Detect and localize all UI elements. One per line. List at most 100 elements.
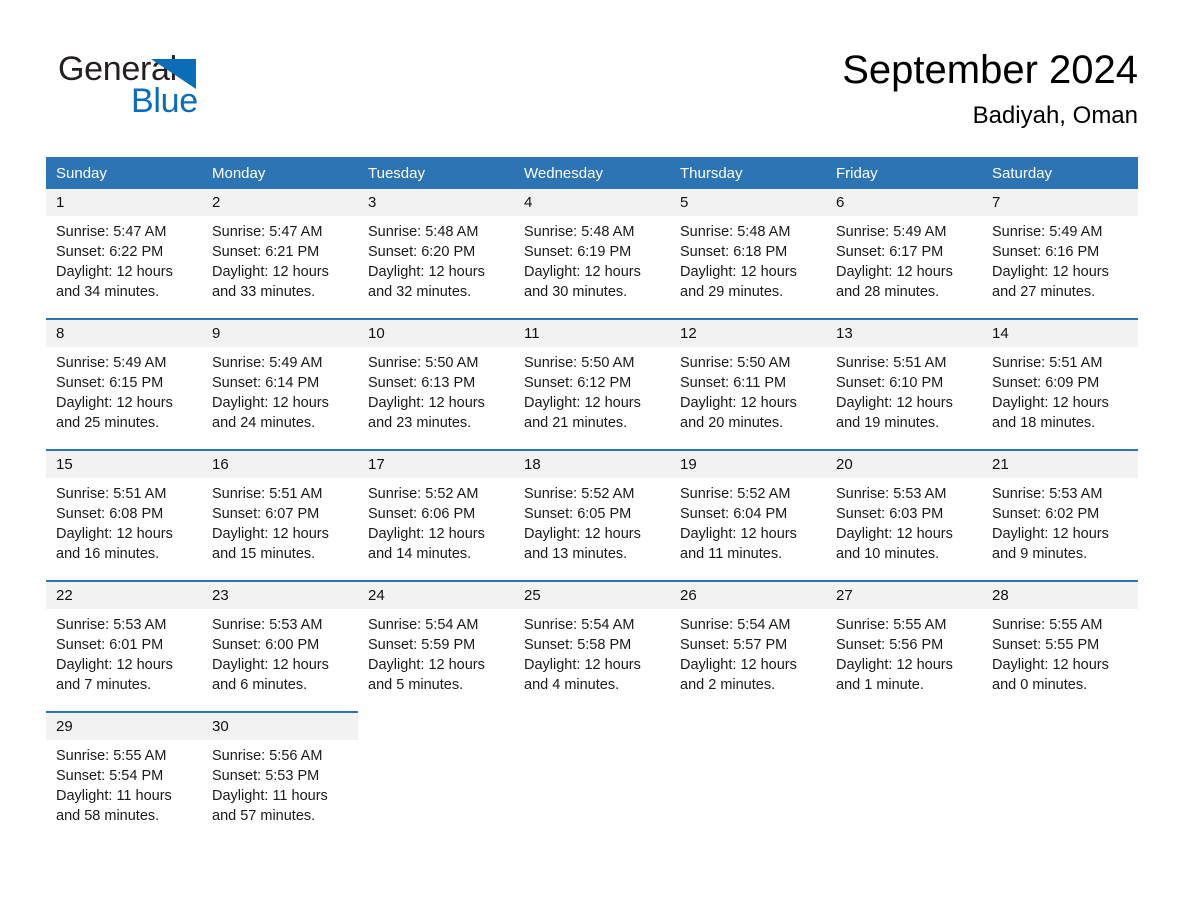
daylight-text-line1: Daylight: 11 hours bbox=[212, 788, 328, 804]
calendar-day-cell[interactable]: 1 Sunrise: 5:47 AM Sunset: 6:22 PM Daylight… bbox=[46, 189, 202, 319]
daylight-text-line2: and 27 minutes. bbox=[992, 284, 1096, 300]
daylight-text-line2: and 24 minutes. bbox=[212, 415, 316, 431]
calendar-day-cell[interactable]: 3 Sunrise: 5:48 AM Sunset: 6:20 PM Daylight… bbox=[358, 189, 514, 319]
day-number: 21 bbox=[982, 451, 1138, 478]
calendar-day-cell[interactable]: 23 Sunrise: 5:53 AM Sunset: 6:00 PM Dayligh… bbox=[202, 580, 358, 712]
day-number: 26 bbox=[670, 582, 826, 609]
daylight-text-line1: Daylight: 12 hours bbox=[212, 526, 329, 542]
day-cell-body: Sunrise: 5:48 AM Sunset: 6:18 PM Daylight:… bbox=[670, 216, 826, 318]
calendar-day-cell[interactable]: 27 Sunrise: 5:55 AM Sunset: 5:56 PM Dayligh… bbox=[826, 580, 982, 712]
calendar-day-cell[interactable]: 18 Sunrise: 5:52 AM Sunset: 6:05 PM Dayligh… bbox=[514, 449, 670, 581]
daylight-text-line2: and 29 minutes. bbox=[680, 284, 784, 300]
day-cell-body: Sunrise: 5:53 AM Sunset: 6:02 PM Daylight:… bbox=[982, 478, 1138, 580]
calendar-day-cell-empty bbox=[982, 712, 1138, 842]
calendar-day-cell[interactable]: 11 Sunrise: 5:50 AM Sunset: 6:12 PM Dayligh… bbox=[514, 318, 670, 450]
day-number: 5 bbox=[670, 189, 826, 216]
daylight-text-line2: and 0 minutes. bbox=[992, 677, 1088, 693]
calendar-day-cell[interactable]: 2 Sunrise: 5:47 AM Sunset: 6:21 PM Daylight… bbox=[202, 189, 358, 319]
sunset-text: Sunset: 6:07 PM bbox=[212, 506, 320, 522]
calendar-day-cell[interactable]: 26 Sunrise: 5:54 AM Sunset: 5:57 PM Dayligh… bbox=[670, 580, 826, 712]
calendar-day-cell[interactable]: 9 Sunrise: 5:49 AM Sunset: 6:14 PM Daylight… bbox=[202, 318, 358, 450]
daylight-text-line2: and 58 minutes. bbox=[56, 808, 160, 824]
day-cell-body: Sunrise: 5:51 AM Sunset: 6:09 PM Daylight:… bbox=[982, 347, 1138, 449]
day-number: 29 bbox=[46, 713, 202, 740]
weekday-header-sunday: Sunday bbox=[46, 157, 202, 189]
daylight-text-line2: and 33 minutes. bbox=[212, 284, 316, 300]
sunset-text: Sunset: 6:21 PM bbox=[212, 244, 320, 260]
daylight-text-line1: Daylight: 12 hours bbox=[524, 264, 641, 280]
calendar-day-cell[interactable]: 19 Sunrise: 5:52 AM Sunset: 6:04 PM Dayligh… bbox=[670, 449, 826, 581]
day-cell-body-empty bbox=[514, 739, 670, 827]
daylight-text-line1: Daylight: 12 hours bbox=[992, 526, 1109, 542]
day-number: 27 bbox=[826, 582, 982, 609]
calendar-day-cell[interactable]: 22 Sunrise: 5:53 AM Sunset: 6:01 PM Dayligh… bbox=[46, 580, 202, 712]
calendar-day-cell[interactable]: 12 Sunrise: 5:50 AM Sunset: 6:11 PM Dayligh… bbox=[670, 318, 826, 450]
daylight-text-line1: Daylight: 12 hours bbox=[836, 264, 953, 280]
daylight-text-line1: Daylight: 12 hours bbox=[524, 526, 641, 542]
calendar-day-cell[interactable]: 4 Sunrise: 5:48 AM Sunset: 6:19 PM Daylight… bbox=[514, 189, 670, 319]
calendar-day-cell[interactable]: 20 Sunrise: 5:53 AM Sunset: 6:03 PM Dayligh… bbox=[826, 449, 982, 581]
sunrise-text: Sunrise: 5:50 AM bbox=[680, 355, 791, 371]
day-number: 24 bbox=[358, 582, 514, 609]
calendar-day-cell[interactable]: 21 Sunrise: 5:53 AM Sunset: 6:02 PM Dayligh… bbox=[982, 449, 1138, 581]
daylight-text-line1: Daylight: 12 hours bbox=[56, 264, 173, 280]
daylight-text-line2: and 6 minutes. bbox=[212, 677, 308, 693]
day-number: 11 bbox=[514, 320, 670, 347]
daylight-text-line2: and 15 minutes. bbox=[212, 546, 316, 562]
sunrise-text: Sunrise: 5:48 AM bbox=[680, 224, 791, 240]
sunset-text: Sunset: 5:54 PM bbox=[56, 768, 164, 784]
sunrise-text: Sunrise: 5:51 AM bbox=[56, 486, 167, 502]
day-number-empty bbox=[982, 712, 1138, 739]
day-cell-body: Sunrise: 5:49 AM Sunset: 6:14 PM Daylight:… bbox=[202, 347, 358, 449]
day-number: 22 bbox=[46, 582, 202, 609]
calendar-day-cell[interactable]: 5 Sunrise: 5:48 AM Sunset: 6:18 PM Daylight… bbox=[670, 189, 826, 319]
sunset-text: Sunset: 6:22 PM bbox=[56, 244, 164, 260]
day-cell-body: Sunrise: 5:48 AM Sunset: 6:20 PM Daylight:… bbox=[358, 216, 514, 318]
sunrise-text: Sunrise: 5:49 AM bbox=[212, 355, 323, 371]
daylight-text-line2: and 57 minutes. bbox=[212, 808, 316, 824]
daylight-text-line1: Daylight: 12 hours bbox=[680, 526, 797, 542]
calendar-day-cell[interactable]: 6 Sunrise: 5:49 AM Sunset: 6:17 PM Daylight… bbox=[826, 189, 982, 319]
calendar-day-cell[interactable]: 17 Sunrise: 5:52 AM Sunset: 6:06 PM Dayligh… bbox=[358, 449, 514, 581]
location-subtitle: Badiyah, Oman bbox=[972, 102, 1138, 129]
calendar-day-cell[interactable]: 7 Sunrise: 5:49 AM Sunset: 6:16 PM Daylight… bbox=[982, 189, 1138, 319]
weekday-header-friday: Friday bbox=[826, 157, 982, 189]
calendar-day-cell[interactable]: 13 Sunrise: 5:51 AM Sunset: 6:10 PM Dayligh… bbox=[826, 318, 982, 450]
calendar-day-cell[interactable]: 28 Sunrise: 5:55 AM Sunset: 5:55 PM Dayligh… bbox=[982, 580, 1138, 712]
daylight-text-line1: Daylight: 12 hours bbox=[680, 264, 797, 280]
day-number: 12 bbox=[670, 320, 826, 347]
daylight-text-line2: and 20 minutes. bbox=[680, 415, 784, 431]
weekday-header-monday: Monday bbox=[202, 157, 358, 189]
daylight-text-line2: and 9 minutes. bbox=[992, 546, 1088, 562]
sunrise-text: Sunrise: 5:54 AM bbox=[368, 617, 479, 633]
calendar-day-cell[interactable]: 15 Sunrise: 5:51 AM Sunset: 6:08 PM Dayligh… bbox=[46, 449, 202, 581]
calendar-day-cell[interactable]: 24 Sunrise: 5:54 AM Sunset: 5:59 PM Dayligh… bbox=[358, 580, 514, 712]
sunrise-text: Sunrise: 5:47 AM bbox=[212, 224, 323, 240]
calendar-day-cell[interactable]: 30 Sunrise: 5:56 AM Sunset: 5:53 PM Dayligh… bbox=[202, 711, 358, 842]
calendar-day-cell[interactable]: 16 Sunrise: 5:51 AM Sunset: 6:07 PM Dayligh… bbox=[202, 449, 358, 581]
day-cell-body: Sunrise: 5:54 AM Sunset: 5:57 PM Daylight:… bbox=[670, 609, 826, 711]
sunrise-text: Sunrise: 5:54 AM bbox=[680, 617, 791, 633]
daylight-text-line1: Daylight: 12 hours bbox=[992, 395, 1109, 411]
calendar-day-cell[interactable]: 25 Sunrise: 5:54 AM Sunset: 5:58 PM Dayligh… bbox=[514, 580, 670, 712]
sunrise-text: Sunrise: 5:48 AM bbox=[368, 224, 479, 240]
daylight-text-line2: and 4 minutes. bbox=[524, 677, 620, 693]
day-cell-body-empty bbox=[358, 739, 514, 827]
sunrise-text: Sunrise: 5:53 AM bbox=[992, 486, 1103, 502]
sunset-text: Sunset: 6:05 PM bbox=[524, 506, 632, 522]
calendar-day-cell[interactable]: 10 Sunrise: 5:50 AM Sunset: 6:13 PM Dayligh… bbox=[358, 318, 514, 450]
sunrise-text: Sunrise: 5:50 AM bbox=[368, 355, 479, 371]
day-number: 15 bbox=[46, 451, 202, 478]
calendar-day-cell[interactable]: 29 Sunrise: 5:55 AM Sunset: 5:54 PM Dayligh… bbox=[46, 711, 202, 842]
sunset-text: Sunset: 6:16 PM bbox=[992, 244, 1100, 260]
day-number: 6 bbox=[826, 189, 982, 216]
day-cell-body: Sunrise: 5:54 AM Sunset: 5:58 PM Daylight:… bbox=[514, 609, 670, 711]
sunrise-text: Sunrise: 5:55 AM bbox=[56, 748, 167, 764]
calendar-day-cell[interactable]: 8 Sunrise: 5:49 AM Sunset: 6:15 PM Daylight… bbox=[46, 318, 202, 450]
day-cell-body: Sunrise: 5:51 AM Sunset: 6:10 PM Daylight:… bbox=[826, 347, 982, 449]
sunset-text: Sunset: 6:18 PM bbox=[680, 244, 788, 260]
calendar-day-cell[interactable]: 14 Sunrise: 5:51 AM Sunset: 6:09 PM Dayligh… bbox=[982, 318, 1138, 450]
calendar-page: General Blue September 2024 Badiyah, Oma… bbox=[0, 0, 1188, 918]
sunset-text: Sunset: 6:11 PM bbox=[680, 375, 787, 391]
daylight-text-line1: Daylight: 12 hours bbox=[836, 526, 953, 542]
